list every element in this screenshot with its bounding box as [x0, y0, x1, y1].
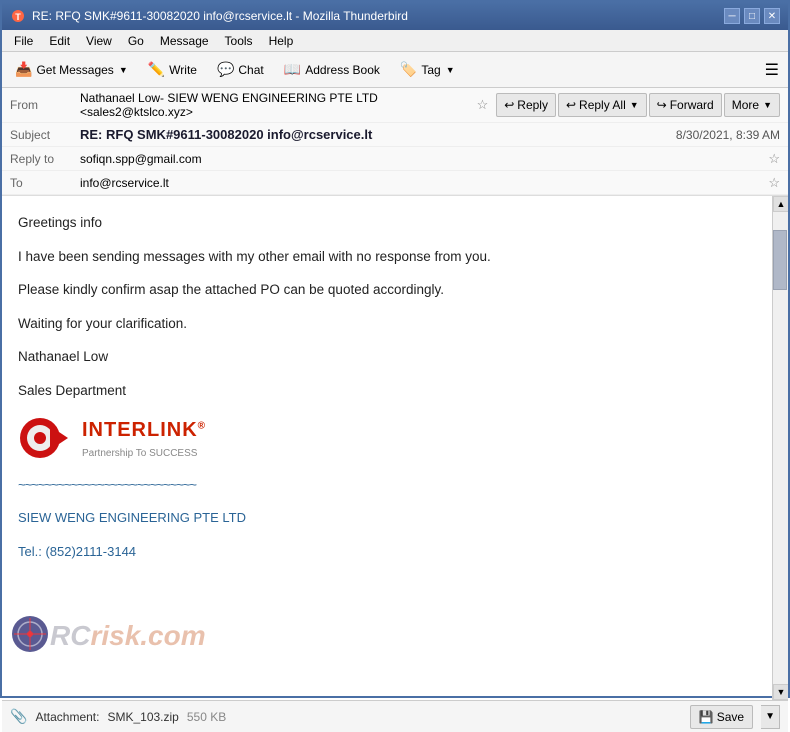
reply-to-star-icon[interactable]: ☆: [768, 151, 780, 167]
attachment-label: Attachment:: [35, 710, 99, 724]
logo-graphic: [18, 416, 74, 460]
reply-all-button[interactable]: ↩ Reply All ▼: [558, 93, 647, 117]
window-title: RE: RFQ SMK#9611-30082020 info@rcservice…: [32, 9, 724, 23]
logo-tagline: Partnership To SUCCESS: [82, 446, 206, 462]
signature-dept: Sales Department: [18, 380, 756, 402]
menu-bar: File Edit View Go Message Tools Help: [2, 30, 788, 52]
from-row: From Nathanael Low- SIEW WENG ENGINEERIN…: [2, 88, 788, 123]
tilde-separator: ~~~~~~~~~~~~~~~~~~~~~~~~~~~: [18, 477, 196, 492]
email-body: Greetings info I have been sending messa…: [2, 196, 772, 700]
app-icon: T: [10, 8, 26, 24]
get-messages-icon: 📥: [15, 61, 32, 78]
chat-label: Chat: [238, 63, 263, 77]
toolbar: 📥 Get Messages ▼ ✏️ Write 💬 Chat 📖 Addre…: [2, 52, 788, 88]
get-messages-button[interactable]: 📥 Get Messages ▼: [6, 56, 137, 84]
signature-name: Nathanael Low: [18, 346, 756, 368]
write-button[interactable]: ✏️ Write: [139, 56, 206, 84]
from-star-icon[interactable]: ☆: [477, 97, 489, 113]
subject-value: RE: RFQ SMK#9611-30082020 info@rcservice…: [80, 127, 676, 142]
attachment-filename: SMK_103.zip: [107, 710, 178, 724]
company-name-link[interactable]: SIEW WENG ENGINEERING PTE LTD: [18, 510, 246, 525]
menu-go[interactable]: Go: [120, 32, 152, 50]
menu-help[interactable]: Help: [261, 32, 302, 50]
paragraph2-text: Please kindly confirm asap the attached …: [18, 279, 756, 301]
reply-all-label: Reply All: [579, 98, 626, 112]
close-button[interactable]: ✕: [764, 8, 780, 24]
toolbar-menu-icon: ☰: [765, 60, 779, 80]
address-book-label: Address Book: [305, 63, 380, 77]
to-star-icon[interactable]: ☆: [768, 175, 780, 191]
company-logo: INTERLINK® Partnership To SUCCESS: [18, 414, 756, 462]
forward-label: Forward: [670, 98, 714, 112]
paragraph1-text: I have been sending messages with my oth…: [18, 246, 756, 268]
reply-to-row: Reply to sofiqn.spp@gmail.com ☆: [2, 147, 788, 171]
attachment-bar: 📎 Attachment: SMK_103.zip 550 KB 💾 Save …: [2, 700, 788, 732]
save-dropdown-button[interactable]: ▼: [761, 705, 780, 729]
toolbar-menu-button[interactable]: ☰: [760, 55, 784, 85]
save-label: Save: [717, 710, 744, 724]
paragraph3-text: Waiting for your clarification.: [18, 313, 756, 335]
subject-row: Subject RE: RFQ SMK#9611-30082020 info@r…: [2, 123, 788, 147]
menu-tools[interactable]: Tools: [217, 32, 261, 50]
forward-icon: ↪: [657, 98, 667, 112]
scrollbar-track[interactable]: ▲ ▼: [772, 196, 788, 700]
email-body-wrapper: Greetings info I have been sending messa…: [2, 196, 788, 700]
to-row: To info@rcservice.lt ☆: [2, 171, 788, 195]
save-dropdown-icon: ▼: [765, 711, 775, 722]
tag-dropdown-icon: ▼: [446, 65, 455, 75]
reply-all-icon: ↩: [566, 98, 576, 112]
menu-message[interactable]: Message: [152, 32, 217, 50]
reply-to-value: sofiqn.spp@gmail.com: [80, 152, 764, 166]
reply-label: Reply: [517, 98, 548, 112]
chat-icon: 💬: [217, 61, 234, 78]
write-label: Write: [169, 63, 197, 77]
subject-label: Subject: [10, 128, 80, 142]
reply-to-label: Reply to: [10, 152, 80, 166]
title-bar: T RE: RFQ SMK#9611-30082020 info@rcservi…: [2, 2, 788, 30]
address-book-icon: 📖: [284, 61, 301, 78]
get-messages-dropdown-icon: ▼: [119, 65, 128, 75]
reply-button[interactable]: ↩ Reply: [496, 93, 556, 117]
greeting-text: Greetings info: [18, 212, 756, 234]
from-label: From: [10, 98, 80, 112]
tel-text: Tel.: (852)2111-3144: [18, 544, 136, 559]
to-value: info@rcservice.lt: [80, 176, 764, 190]
tag-button[interactable]: 🏷️ Tag ▼: [391, 56, 464, 84]
reply-icon: ↩: [504, 98, 514, 112]
address-book-button[interactable]: 📖 Address Book: [275, 56, 389, 84]
forward-button[interactable]: ↪ Forward: [649, 93, 722, 117]
menu-edit[interactable]: Edit: [41, 32, 78, 50]
get-messages-label: Get Messages: [36, 63, 113, 77]
reply-all-dropdown-icon: ▼: [630, 100, 639, 110]
email-actions: ↩ Reply ↩ Reply All ▼ ↪ Forward More ▼: [496, 93, 780, 117]
attachment-size: 550 KB: [187, 710, 226, 724]
maximize-button[interactable]: □: [744, 8, 760, 24]
more-label: More: [732, 98, 759, 112]
to-label: To: [10, 176, 80, 190]
more-button[interactable]: More ▼: [724, 93, 780, 117]
tag-icon: 🏷️: [400, 61, 417, 78]
menu-view[interactable]: View: [78, 32, 120, 50]
more-dropdown-icon: ▼: [763, 100, 772, 110]
svg-text:T: T: [15, 12, 21, 22]
scrollbar-thumb[interactable]: [773, 230, 787, 290]
tag-label: Tag: [421, 63, 440, 77]
scrollbar-up-button[interactable]: ▲: [773, 196, 788, 212]
write-icon: ✏️: [148, 61, 165, 78]
attachment-icon: 📎: [10, 708, 27, 725]
email-header: From Nathanael Low- SIEW WENG ENGINEERIN…: [2, 88, 788, 196]
save-button[interactable]: 💾 Save: [690, 705, 753, 729]
logo-text: INTERLINK® Partnership To SUCCESS: [82, 414, 206, 462]
menu-file[interactable]: File: [6, 32, 41, 50]
minimize-button[interactable]: ─: [724, 8, 740, 24]
save-icon: 💾: [699, 710, 714, 724]
email-date: 8/30/2021, 8:39 AM: [676, 128, 780, 142]
window-controls: ─ □ ✕: [724, 8, 780, 24]
from-value: Nathanael Low- SIEW WENG ENGINEERING PTE…: [80, 91, 473, 119]
chat-button[interactable]: 💬 Chat: [208, 56, 273, 84]
logo-brand-name: INTERLINK®: [82, 414, 206, 446]
